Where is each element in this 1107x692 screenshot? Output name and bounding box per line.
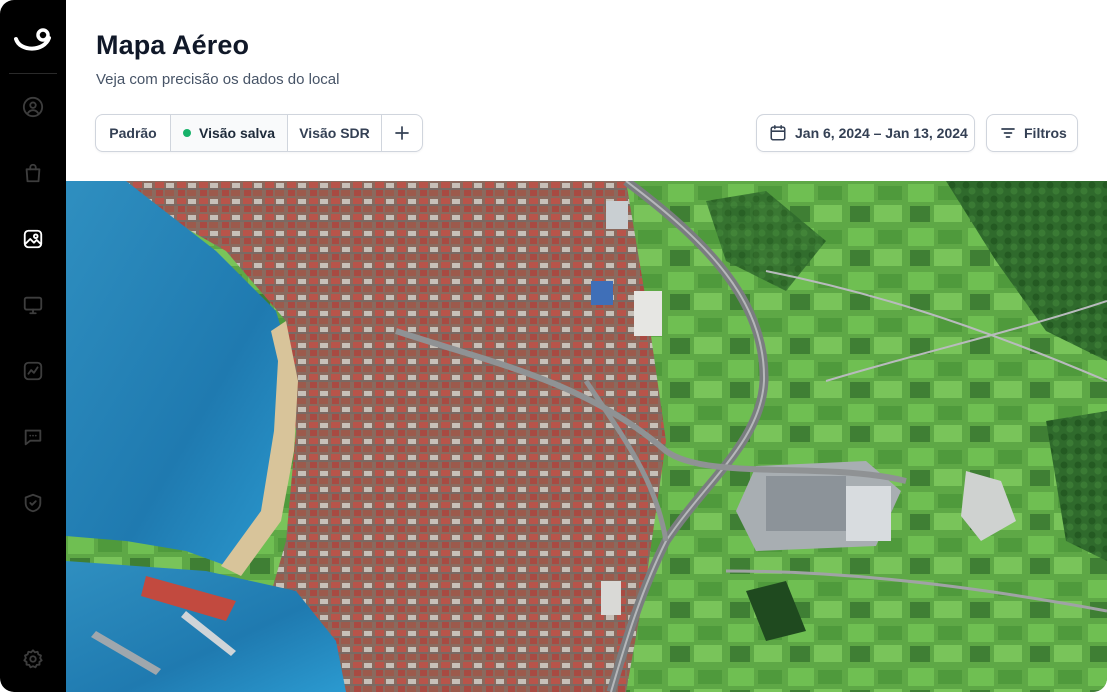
calendar-icon bbox=[770, 125, 786, 141]
map-image-icon bbox=[23, 229, 43, 249]
date-range-label: Jan 6, 2024 – Jan 13, 2024 bbox=[795, 125, 968, 141]
filters-label: Filtros bbox=[1024, 125, 1067, 141]
status-dot bbox=[182, 129, 191, 137]
plus-icon bbox=[395, 126, 409, 140]
sidebar-item-messages[interactable] bbox=[22, 426, 44, 448]
date-range-button[interactable]: Jan 6, 2024 – Jan 13, 2024 bbox=[756, 114, 975, 152]
view-tabs: Padrão Visão salva Visão SDR bbox=[95, 114, 423, 152]
aerial-map[interactable] bbox=[66, 181, 1107, 692]
page-subtitle: Veja com precisão os dados do local bbox=[96, 71, 340, 88]
tab-padrao[interactable]: Padrão bbox=[96, 115, 171, 151]
sidebar-item-monitor[interactable] bbox=[22, 294, 44, 316]
sidebar bbox=[0, 0, 66, 692]
sidebar-item-settings[interactable] bbox=[22, 648, 44, 670]
sidebar-item-security[interactable] bbox=[22, 492, 44, 514]
message-dots-icon bbox=[24, 429, 42, 446]
settings-icon bbox=[23, 649, 43, 669]
sidebar-item-map[interactable] bbox=[22, 228, 44, 250]
tab-visao-salva[interactable]: Visão salva bbox=[171, 115, 288, 151]
shield-check-icon bbox=[24, 493, 42, 513]
user-circle-icon bbox=[22, 96, 44, 118]
page-title: Mapa Aéreo bbox=[96, 30, 250, 60]
tab-label: Visão SDR bbox=[299, 125, 370, 141]
smile-logo[interactable] bbox=[13, 26, 53, 56]
line-chart-icon bbox=[23, 361, 43, 381]
shopping-bag-icon bbox=[25, 163, 41, 183]
tab-label: Visão salva bbox=[198, 125, 276, 141]
tab-visao-sdr[interactable]: Visão SDR bbox=[288, 115, 382, 151]
monitor-icon bbox=[23, 296, 43, 315]
filter-lines-icon bbox=[1001, 128, 1015, 138]
sidebar-item-analytics[interactable] bbox=[22, 360, 44, 382]
sidebar-item-user[interactable] bbox=[22, 96, 44, 118]
app-window: Mapa Aéreo Veja com precisão os dados do… bbox=[0, 0, 1107, 692]
tab-label: Padrão bbox=[109, 125, 157, 141]
add-tab-button[interactable] bbox=[382, 115, 422, 151]
aerial-map-image bbox=[66, 181, 1107, 692]
sidebar-item-shop[interactable] bbox=[22, 162, 44, 184]
sidebar-divider bbox=[9, 73, 57, 74]
filters-button[interactable]: Filtros bbox=[986, 114, 1078, 152]
